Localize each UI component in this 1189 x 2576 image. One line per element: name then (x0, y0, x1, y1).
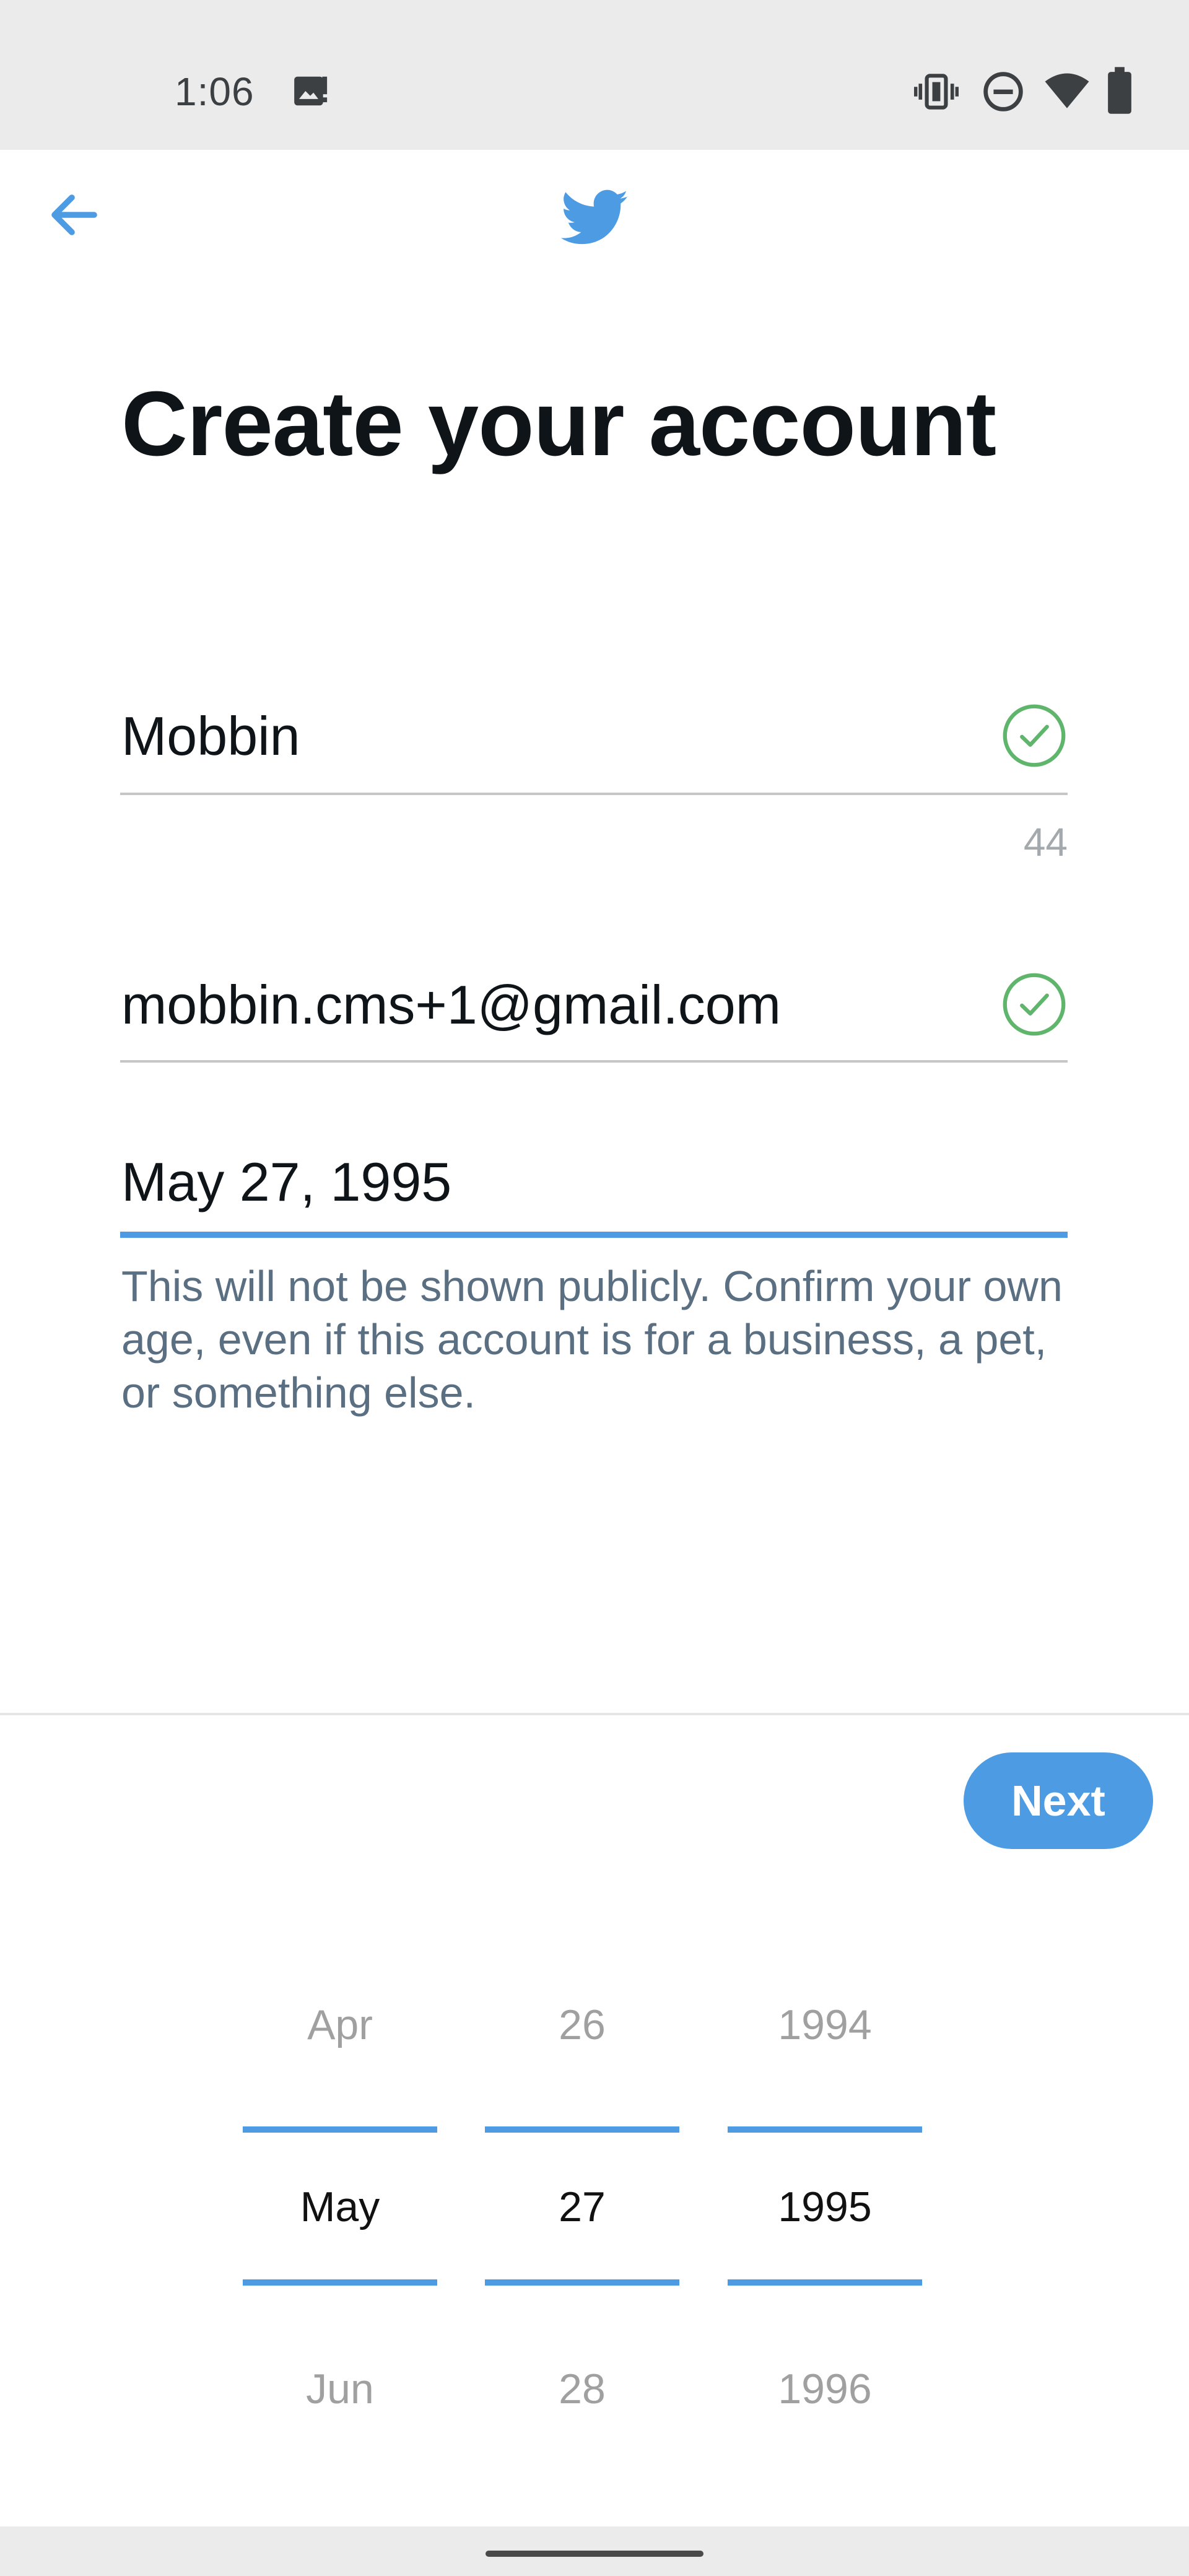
picker-day-next[interactable]: 28 (485, 2361, 679, 2417)
check-circle-icon (1003, 704, 1066, 767)
battery-icon (1108, 67, 1131, 114)
back-button[interactable] (31, 175, 118, 255)
email-field-underline (120, 1060, 1068, 1063)
picker-day-current[interactable]: 27 (485, 2179, 679, 2235)
picker-year-current[interactable]: 1995 (728, 2179, 922, 2235)
birthdate-helper-text: This will not be shown publicly. Confirm… (121, 1262, 1063, 1417)
picker-month-prev[interactable]: Apr (243, 1997, 437, 2053)
arrow-left-icon (51, 194, 97, 235)
picker-year-line-bottom (728, 2279, 922, 2286)
vibrate-icon (914, 74, 959, 110)
check-circle-icon (1003, 973, 1066, 1036)
do-not-disturb-icon (983, 72, 1023, 111)
picker-day-line-bottom (485, 2279, 679, 2286)
picker-day-line-top (485, 2126, 679, 2133)
email-field[interactable]: mobbin.cms+1@gmail.com (120, 959, 1068, 1070)
picker-year-next[interactable]: 1996 (728, 2361, 922, 2417)
picker-month-line-top (243, 2126, 437, 2133)
name-field[interactable]: Mobbin (120, 687, 1068, 799)
image-notification-icon (294, 76, 328, 106)
app-bar (0, 150, 1189, 292)
status-bar: 1:06 (0, 0, 1189, 150)
system-nav-bar (0, 2526, 1189, 2576)
name-char-count: 44 (1023, 820, 1068, 864)
footer-divider (0, 1713, 1189, 1715)
home-gesture-handle[interactable] (486, 2551, 703, 2557)
twitter-bird-icon (561, 189, 629, 245)
wifi-icon (1045, 73, 1089, 108)
year-picker[interactable]: 1994 1995 1996 (728, 1963, 922, 2413)
birthdate-field[interactable]: May 27, 1995 (120, 1136, 1068, 1247)
status-time: 1:06 (175, 69, 255, 114)
picker-month-current[interactable]: May (243, 2179, 437, 2235)
day-picker[interactable]: 26 27 28 (485, 1963, 679, 2413)
name-input[interactable]: Mobbin (121, 702, 300, 770)
birthdate-field-underline (120, 1232, 1068, 1238)
birthdate-input[interactable]: May 27, 1995 (121, 1148, 451, 1216)
month-picker[interactable]: Apr May Jun (243, 1963, 437, 2413)
email-input[interactable]: mobbin.cms+1@gmail.com (121, 971, 781, 1039)
next-button[interactable]: Next (964, 1752, 1153, 1849)
picker-year-line-top (728, 2126, 922, 2133)
page-title: Create your account (121, 373, 996, 475)
picker-month-line-bottom (243, 2279, 437, 2286)
picker-year-prev[interactable]: 1994 (728, 1997, 922, 2053)
name-field-underline (120, 793, 1068, 795)
picker-day-prev[interactable]: 26 (485, 1997, 679, 2053)
picker-month-next[interactable]: Jun (243, 2361, 437, 2417)
